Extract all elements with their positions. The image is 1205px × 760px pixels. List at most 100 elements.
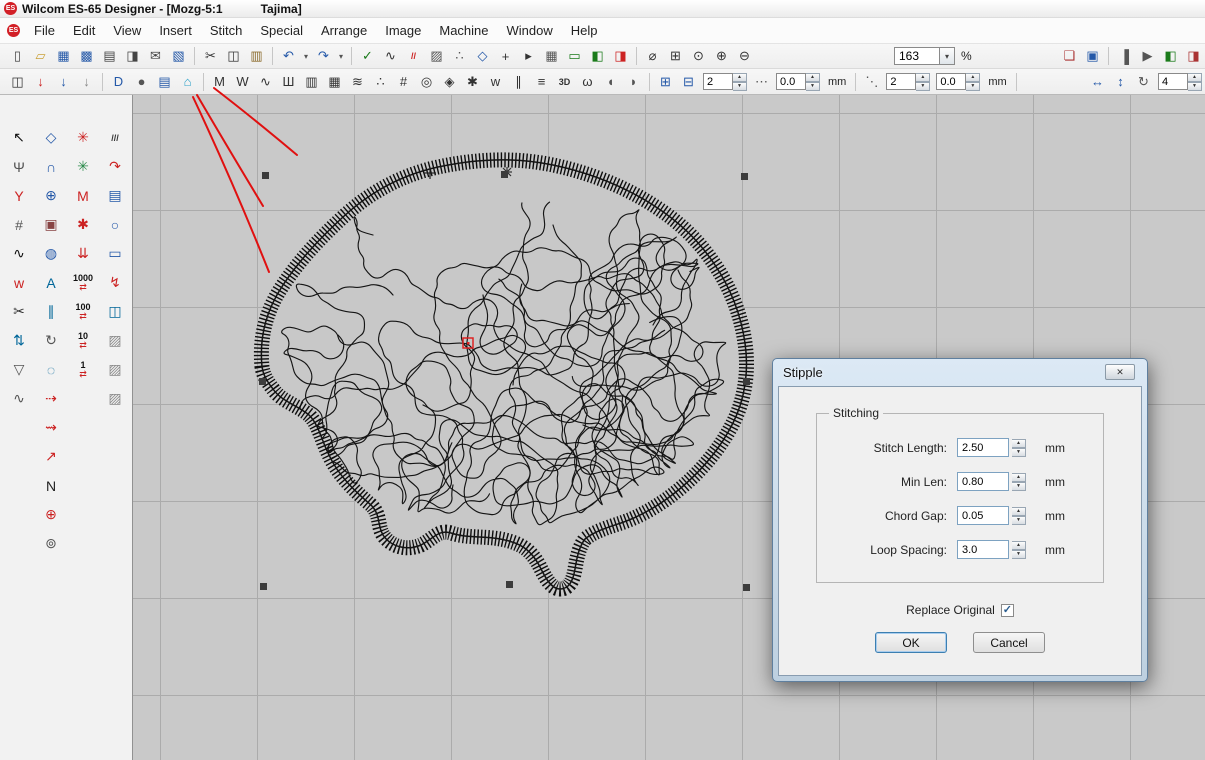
email-icon[interactable]: ✉: [145, 46, 166, 66]
needle-points-icon[interactable]: ↓: [30, 72, 51, 92]
compass-tool[interactable]: ⊕: [37, 183, 65, 209]
block-c-tool[interactable]: ▨: [101, 386, 129, 412]
funnel-tool[interactable]: ▽: [5, 357, 33, 383]
save-icon[interactable]: ▦: [53, 46, 74, 66]
hatch-lines-tool[interactable]: ///: [101, 125, 129, 151]
pointer-icon[interactable]: ▸: [518, 46, 539, 66]
select-object-tool[interactable]: ↖: [5, 125, 33, 151]
motif-stitch-icon[interactable]: ∴: [449, 46, 470, 66]
print-preview-icon[interactable]: ◨: [122, 46, 143, 66]
spin-down-icon[interactable]: ▼: [1188, 82, 1202, 91]
zoom-dropdown-icon[interactable]: ▾: [940, 47, 955, 65]
flip-vertical-tool[interactable]: ⇅: [5, 328, 33, 354]
rotate-tool[interactable]: ↻: [37, 328, 65, 354]
spin-down-icon[interactable]: ▼: [1012, 516, 1026, 525]
branch-tool[interactable]: Y: [5, 183, 33, 209]
dot-tool-icon[interactable]: ●: [131, 72, 152, 92]
zoom-out-icon[interactable]: ⊖: [734, 46, 755, 66]
menu-machine[interactable]: Machine: [430, 19, 497, 42]
satin-icon[interactable]: M: [209, 72, 230, 92]
spin-up-icon[interactable]: ▲: [1012, 473, 1026, 482]
wave-tool[interactable]: w: [5, 270, 33, 296]
rotate-design-icon[interactable]: ↻: [1133, 72, 1154, 92]
value-spinner-input[interactable]: [886, 73, 916, 90]
spin-up-icon[interactable]: ▲: [1012, 541, 1026, 550]
menu-stitch[interactable]: Stitch: [201, 19, 252, 42]
selection-handle[interactable]: [741, 173, 748, 180]
spin-up-icon[interactable]: ▲: [806, 73, 820, 82]
e-stitch-icon[interactable]: Ш: [278, 72, 299, 92]
hook-tool[interactable]: ∿: [5, 386, 33, 412]
outline-stitch-icon[interactable]: ◇: [472, 46, 493, 66]
selection-handle[interactable]: [262, 172, 269, 179]
n-shape-tool[interactable]: N: [37, 473, 65, 499]
spin-up-icon[interactable]: ▲: [733, 73, 747, 82]
reshape-object-tool[interactable]: ◇: [37, 125, 65, 151]
value-spinner-input[interactable]: [936, 73, 966, 90]
candlewick-icon[interactable]: ✱: [462, 72, 483, 92]
selection-handle[interactable]: [506, 581, 513, 588]
ok-button[interactable]: OK: [875, 632, 947, 653]
redo-icon[interactable]: ↷: [313, 46, 334, 66]
value-spinner-input[interactable]: [776, 73, 806, 90]
stipple-run-icon[interactable]: ▤: [154, 72, 175, 92]
redo-dropdown-icon[interactable]: ▾: [336, 46, 346, 66]
penetrations-icon[interactable]: ↓: [53, 72, 74, 92]
fringe-icon[interactable]: ω: [577, 72, 598, 92]
letter-d-icon[interactable]: D: [108, 72, 129, 92]
applique-icon[interactable]: ⌂: [177, 72, 198, 92]
island-fill-icon[interactable]: ◈: [439, 72, 460, 92]
new-icon[interactable]: ▯: [7, 46, 28, 66]
menu-file[interactable]: File: [25, 19, 64, 42]
save-all-icon[interactable]: ▩: [76, 46, 97, 66]
motif-run-tool[interactable]: ⇢: [37, 386, 65, 412]
dual-window-icon[interactable]: ◫: [7, 72, 28, 92]
paste-icon[interactable]: ▥: [246, 46, 267, 66]
spin-down-icon[interactable]: ▼: [806, 82, 820, 91]
undo-icon[interactable]: ↶: [278, 46, 299, 66]
curve-tool[interactable]: ↷: [101, 154, 129, 180]
wave-fill-icon[interactable]: ≋: [347, 72, 368, 92]
carousel-tool[interactable]: ◌: [37, 357, 65, 383]
ring-center-tool[interactable]: ⊚: [37, 531, 65, 557]
stitch-player-icon[interactable]: ◨: [610, 46, 631, 66]
selection-handle[interactable]: [743, 584, 750, 591]
zoom-in-icon[interactable]: ⊕: [711, 46, 732, 66]
menu-help[interactable]: Help: [562, 19, 607, 42]
menu-special[interactable]: Special: [251, 19, 312, 42]
spin-up-icon[interactable]: ▲: [1188, 73, 1202, 82]
menu-view[interactable]: View: [104, 19, 150, 42]
replace-original-checkbox[interactable]: ✓: [1001, 604, 1014, 617]
menu-edit[interactable]: Edit: [64, 19, 104, 42]
loop-spacing-input[interactable]: [957, 540, 1009, 559]
move-vertical-icon[interactable]: ↕: [1110, 72, 1131, 92]
pull-comp-icon[interactable]: ⊞: [655, 72, 676, 92]
sequin-left-icon[interactable]: ◖: [600, 72, 621, 92]
cut-icon[interactable]: ✂: [200, 46, 221, 66]
copy-icon[interactable]: ◫: [223, 46, 244, 66]
selection-handle[interactable]: [501, 171, 508, 178]
needle-drop-tool[interactable]: ⇊: [69, 241, 97, 267]
foot-tool[interactable]: ↯: [101, 270, 129, 296]
spin-up-icon[interactable]: ▲: [1012, 439, 1026, 448]
stipple-fill-icon[interactable]: ∴: [370, 72, 391, 92]
fill-stitch-icon[interactable]: ▨: [426, 46, 447, 66]
divide-tool[interactable]: Ψ: [5, 154, 33, 180]
scale-1000[interactable]: 1000⇄: [69, 270, 97, 296]
spin-up-icon[interactable]: ▲: [966, 73, 980, 82]
selection-handle[interactable]: [259, 378, 266, 385]
spin-down-icon[interactable]: ▼: [966, 82, 980, 91]
florentine-tool[interactable]: ✳: [69, 154, 97, 180]
mesh-tool[interactable]: #: [5, 212, 33, 238]
move-horizontal-icon[interactable]: ↔: [1087, 72, 1108, 92]
program-split-icon[interactable]: ▥: [301, 72, 322, 92]
fabric-icon[interactable]: ⊟: [678, 72, 699, 92]
cut-object-tool[interactable]: ✂: [5, 299, 33, 325]
chord-gap-input[interactable]: [957, 506, 1009, 525]
star-stitch-tool[interactable]: ✱: [69, 212, 97, 238]
menu-arrange[interactable]: Arrange: [312, 19, 376, 42]
lattice-icon[interactable]: ▦: [324, 72, 345, 92]
scale-1[interactable]: 1⇄: [69, 357, 97, 383]
cancel-button[interactable]: Cancel: [973, 632, 1045, 653]
dialog-title-bar[interactable]: Stipple ✕: [773, 359, 1147, 386]
